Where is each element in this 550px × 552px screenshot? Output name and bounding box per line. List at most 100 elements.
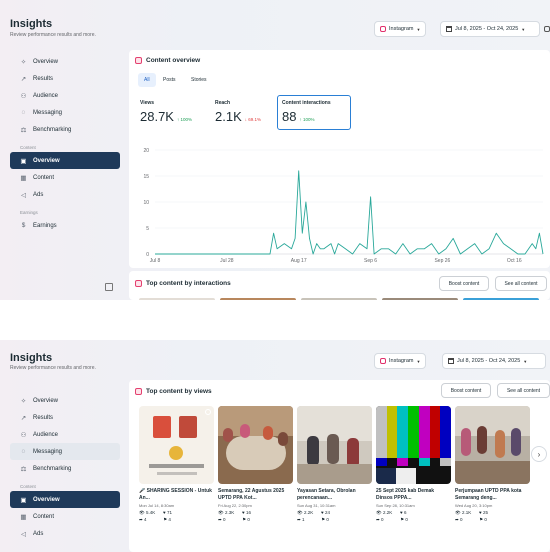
page-subtitle: Review performance results and more. [10, 32, 96, 38]
post-stats: 👁︎ 2.3K ♥ 16 ➦ 0 ⚑ 0 [218, 510, 293, 523]
post-date: Sun Sep 28, 10:31am [376, 503, 415, 508]
tab-all[interactable]: All [138, 73, 156, 87]
post-saves: 4 [168, 517, 171, 522]
see-all-content-button[interactable]: See all content [497, 383, 550, 398]
post-thumbnail[interactable] [139, 298, 215, 300]
sidebar-item-ads[interactable]: ◁ Ads [10, 186, 120, 203]
post-likes: 6 [403, 510, 407, 515]
metric-views[interactable]: Views 28.7K ↑ 100% [140, 100, 192, 124]
caret-down-icon: ▼ [416, 26, 421, 32]
x-tick-label: Aug 17 [291, 258, 307, 264]
content-overview-card: Content overview All Posts Stories Views… [129, 50, 550, 268]
sidebar-item-label: Overview [33, 157, 60, 164]
y-tick-label: 5 [146, 226, 149, 232]
collapse-icon[interactable] [544, 26, 550, 32]
insights-panel-top: Insights Review performance results and … [0, 0, 550, 300]
sidebar-item-label: Results [33, 414, 54, 421]
content-overview-label: Content overview [146, 57, 201, 64]
date-range-label: Jul 8, 2025 - Oct 24, 2025 [457, 358, 521, 364]
megaphone-icon: ◁ [21, 191, 26, 199]
post-stats: 👁︎ 2.1K ♥ 25 ➦ 0 ⚑ 0 [455, 510, 530, 523]
heart-icon: ♥ [400, 510, 403, 515]
sidebar-item-audience[interactable]: ⚇ Audience [10, 87, 120, 104]
save-icon: ⚑ [242, 517, 247, 522]
section-heading-content: Content [20, 484, 36, 489]
post-views: 5.4K [145, 510, 156, 515]
instagram-icon [380, 358, 386, 364]
sidebar-item-content-overview[interactable]: ▣ Overview [10, 491, 120, 508]
metric-content-interactions[interactable]: Content interactions 88 ↑ 100% [282, 100, 331, 124]
sidebar-item-label: Results [33, 75, 54, 82]
save-icon: ⚑ [400, 517, 405, 522]
platform-label: Instagram [389, 26, 414, 32]
sidebar-item-label: Benchmarking [33, 126, 72, 133]
boost-content-button[interactable]: Boost content [439, 276, 489, 291]
top-views-label: Top content by views [146, 388, 212, 395]
sidebar-item-results[interactable]: ↗ Results [10, 70, 120, 87]
sidebar-item-content-overview[interactable]: ▣ Overview [10, 152, 120, 169]
post-card[interactable]: 25 Sept 2025 kab Demak Dinsos PPPA... Su… [376, 406, 451, 523]
caret-down-icon: ▼ [416, 358, 421, 364]
sidebar-item-messaging[interactable]: ◌ Messaging [10, 443, 120, 460]
platform-dropdown[interactable]: Instagram ▼ [374, 353, 427, 369]
chat-icon: ◌ [21, 448, 26, 455]
post-card[interactable]: Semarang, 22 Agustus 2025 UPTD PPA Kot..… [218, 406, 293, 523]
post-thumbnail[interactable] [220, 298, 296, 300]
carousel-next-button[interactable]: › [531, 446, 547, 462]
save-icon: ⚑ [479, 517, 484, 522]
post-card[interactable]: Yayasan Setara, Obrolan perencanaan... S… [297, 406, 372, 523]
post-shares: 0 [460, 517, 463, 522]
calendar-icon [446, 26, 452, 32]
post-date: Wed Aug 20, 3:10pm [455, 503, 493, 508]
boost-content-button[interactable]: Boost content [441, 383, 491, 398]
sidebar-item-messaging[interactable]: ◌ Messaging [10, 104, 120, 121]
page-title: Insights [10, 18, 53, 30]
post-thumbnail[interactable] [382, 298, 458, 300]
views-icon: 👁︎ [376, 510, 382, 515]
interactions-line-chart[interactable]: 05101520Jul 8 Jul 28 Aug 17 Sep 6 Sep 26 Oct … [129, 140, 550, 265]
trend-icon: ↗ [20, 75, 27, 83]
benchmark-icon: ⚖ [20, 126, 27, 134]
post-stats: 👁︎ 5.4K ♥ 71 ➦ 4 ⚑ 4 [139, 510, 214, 523]
sidebar-item-ads[interactable]: ◁ Ads [10, 525, 120, 542]
top-views-card: Top content by views Boost content See a… [129, 380, 550, 552]
sidebar-toggle-icon[interactable] [105, 283, 113, 291]
sidebar-item-benchmarking[interactable]: ⚖ Benchmarking [10, 460, 120, 477]
x-tick-label: Sep 26 [434, 258, 450, 264]
sidebar-item-audience[interactable]: ⚇ Audience [10, 426, 120, 443]
sidebar-item-label: Ads [33, 530, 44, 537]
tab-stories[interactable]: Stories [185, 73, 213, 87]
page-title: Insights [10, 352, 53, 364]
metric-reach[interactable]: Reach 2.1K ↓ 69.1% [215, 100, 261, 124]
post-thumbnail[interactable] [301, 298, 377, 300]
sidebar-item-results[interactable]: ↗ Results [10, 409, 120, 426]
sidebar-item-content[interactable]: ▦ Content [10, 169, 120, 186]
sidebar-item-earnings[interactable]: $ Earnings [10, 217, 120, 234]
post-date: Fri Aug 22, 2:30pm [218, 503, 252, 508]
sidebar-item-label: Audience [33, 92, 59, 99]
post-shares: 0 [381, 517, 384, 522]
sidebar-item-overview[interactable]: ✧ Overview [10, 53, 120, 70]
tab-posts[interactable]: Posts [157, 73, 182, 87]
page-subtitle: Review performance results and more. [10, 365, 96, 371]
post-likes: 16 [245, 510, 251, 515]
post-thumbnail[interactable] [463, 298, 539, 300]
date-range-picker[interactable]: Jul 8, 2025 - Oct 24, 2025 ▼ [442, 353, 546, 369]
date-range-picker[interactable]: Jul 8, 2025 - Oct 24, 2025 ▼ [440, 21, 540, 37]
see-all-content-button[interactable]: See all content [495, 276, 547, 291]
share-icon: ➦ [455, 517, 459, 522]
top-interactions-card: Top content by interactions Boost conten… [129, 271, 550, 300]
post-card[interactable]: Perjumpaan UPTD PPA kota Semarang deng..… [455, 406, 530, 523]
sparkle-icon: ✧ [20, 58, 27, 66]
share-icon: ➦ [218, 517, 222, 522]
sidebar-item-benchmarking[interactable]: ⚖ Benchmarking [10, 121, 120, 138]
sidebar-item-overview[interactable]: ✧ Overview [10, 392, 120, 409]
people-icon: ⚇ [20, 92, 27, 100]
heart-icon: ♥ [479, 510, 482, 515]
platform-dropdown[interactable]: Instagram ▼ [374, 21, 427, 37]
sidebar-item-content[interactable]: ▦ Content [10, 508, 120, 525]
share-icon: ➦ [139, 517, 143, 522]
post-date: Sun Aug 31, 10:31am [297, 503, 336, 508]
caret-down-icon: ▼ [521, 26, 526, 32]
post-card[interactable]: 🎤 SHARING SESSION - Untuk An... Mon Jul … [139, 406, 214, 523]
